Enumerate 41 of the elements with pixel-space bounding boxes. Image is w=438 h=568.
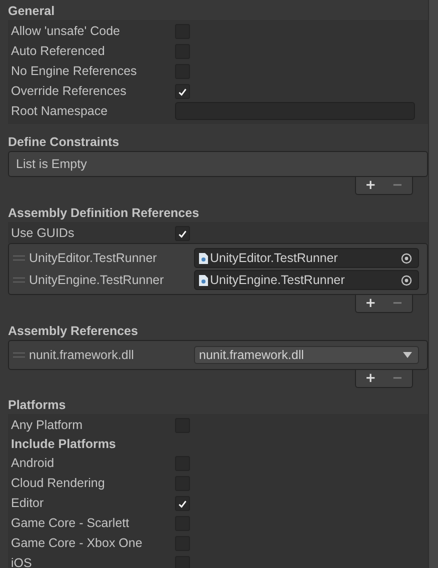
field-label: Override References [11,84,128,98]
section-title: Assembly References [8,323,139,340]
platform-label: Game Core - Xbox One [11,536,144,550]
object-field[interactable]: UnityEngine.TestRunner [194,270,419,290]
platform-label: Editor [11,496,45,510]
platform-label: iOS [11,556,33,568]
platform-label: Cloud Rendering [11,476,106,490]
section-title: Define Constraints [8,134,120,151]
subsection-title: Include Platforms [10,436,117,453]
field-label: Any Platform [11,418,84,432]
scrollbar[interactable] [428,0,438,568]
checkbox[interactable] [175,496,190,510]
file-icon [199,252,208,264]
field-label: No Engine References [11,64,138,78]
caret-icon [403,352,412,358]
field-label: Root Namespace [11,104,109,118]
add-button[interactable]: + [362,177,379,194]
section-title: Assembly Definition References [8,205,200,222]
checkbox[interactable] [175,226,190,240]
object-picker-icon[interactable] [401,274,412,286]
dropdown[interactable]: nunit.framework.dll [194,346,419,364]
drag-handle-icon[interactable] [13,277,25,283]
field-label: Auto Referenced [11,44,106,58]
drag-handle-icon[interactable] [13,352,25,358]
list-item-label: UnityEngine.TestRunner [29,273,165,287]
section-title: Platforms [8,397,67,414]
add-button[interactable]: + [362,295,379,312]
object-picker-icon[interactable] [401,252,412,264]
add-button[interactable]: + [362,370,379,387]
list-item-label: nunit.framework.dll [29,348,135,362]
platform-label: Game Core - Scarlett [11,516,130,530]
empty-list-text: List is Empty [15,156,88,173]
list-item-label: UnityEditor.TestRunner [29,251,158,265]
section-title: General [8,3,56,20]
drag-handle-icon[interactable] [13,255,25,261]
platform-label: Android [11,456,56,470]
checkbox[interactable] [175,84,190,98]
object-field[interactable]: UnityEditor.TestRunner [194,248,419,268]
field-label: Use GUIDs [11,226,76,240]
file-icon [199,274,208,286]
field-label: Allow 'unsafe' Code [11,24,122,38]
